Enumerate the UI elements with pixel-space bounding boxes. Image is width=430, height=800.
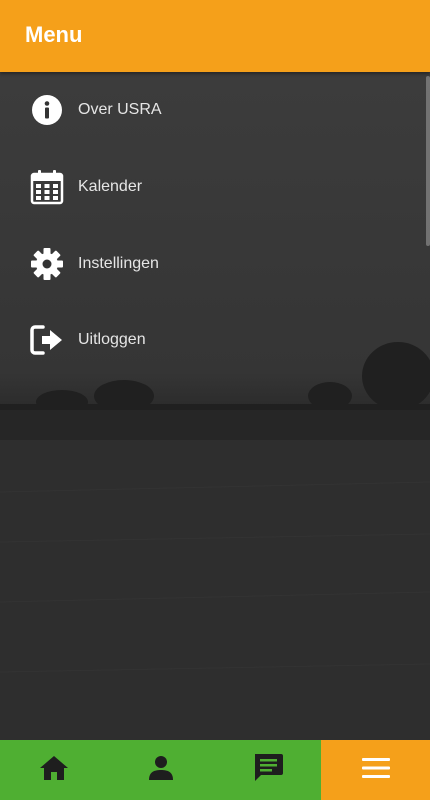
nav-profile-button[interactable] <box>107 740 214 800</box>
scrollbar[interactable] <box>426 76 430 246</box>
menu-item-label: Uitloggen <box>78 331 146 348</box>
nav-messages-button[interactable] <box>214 740 321 800</box>
nav-home-button[interactable] <box>0 740 107 800</box>
bottom-navigation <box>0 740 430 800</box>
nav-menu-button[interactable] <box>321 740 430 800</box>
info-icon <box>30 93 64 127</box>
logout-icon <box>30 323 64 357</box>
menu-item-kalender[interactable]: Kalender <box>0 157 420 217</box>
gear-icon <box>30 247 64 281</box>
page-title: Menu <box>25 22 83 47</box>
hamburger-menu-icon <box>361 757 391 784</box>
calendar-icon <box>30 170 64 205</box>
menu-item-uitloggen[interactable]: Uitloggen <box>0 310 420 370</box>
menu-item-label: Instellingen <box>78 255 159 272</box>
menu-item-label: Over USRA <box>78 101 162 118</box>
menu-item-over-usra[interactable]: Over USRA <box>0 80 420 140</box>
home-icon <box>39 755 69 786</box>
menu-item-instellingen[interactable]: Instellingen <box>0 234 420 294</box>
user-icon <box>148 755 174 786</box>
app-header: Menu <box>0 0 430 72</box>
menu-item-label: Kalender <box>78 178 143 195</box>
chat-icon <box>252 753 284 788</box>
